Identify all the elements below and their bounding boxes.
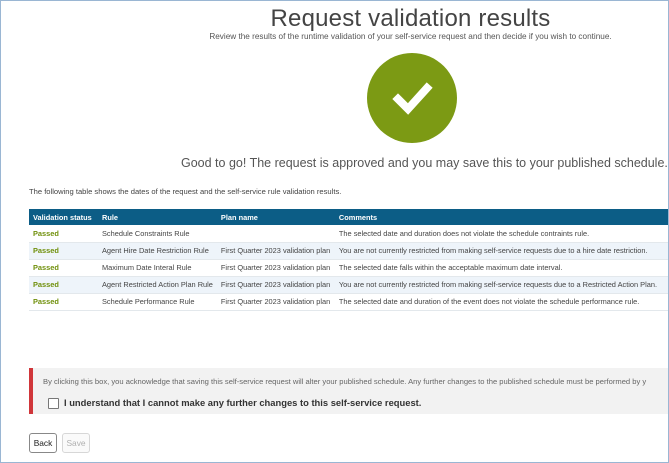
back-button[interactable]: Back — [29, 433, 57, 453]
checkmark-icon — [392, 82, 433, 115]
table-intro: The following table shows the dates of t… — [29, 187, 342, 196]
plan-name-cell: First Quarter 2023 validation plan — [216, 259, 335, 277]
validation-status-cell: Passed — [29, 293, 98, 311]
approved-status-circle — [367, 53, 457, 143]
table-row: Passed Maximum Date Interal Rule First Q… — [29, 259, 668, 277]
acknowledgement-panel: By clicking this box, you acknowledge th… — [29, 368, 668, 414]
comment-cell: The selected date and duration of the ev… — [334, 293, 668, 311]
validation-status-cell: Passed — [29, 276, 98, 294]
validation-results-table: Validation status Rule Plan name Comment… — [29, 209, 668, 311]
table-header-row: Validation status Rule Plan name Comment… — [29, 209, 668, 225]
comment-cell: The selected date falls within the accep… — [334, 259, 668, 277]
plan-name-cell: First Quarter 2023 validation plan — [216, 276, 335, 294]
rule-cell: Schedule Constraints Rule — [98, 225, 217, 243]
table-row: Passed Agent Hire Date Restriction Rule … — [29, 242, 668, 260]
rule-cell: Agent Hire Date Restriction Rule — [98, 242, 217, 260]
plan-name-cell: First Quarter 2023 validation plan — [216, 293, 335, 311]
comment-cell: The selected date and duration does not … — [334, 225, 668, 243]
plan-name-cell: First Quarter 2023 validation plan — [216, 242, 335, 260]
validation-status-cell: Passed — [29, 225, 98, 243]
acknowledge-checkbox-label[interactable]: I understand that I cannot make any furt… — [64, 397, 421, 408]
validation-status-cell: Passed — [29, 242, 98, 260]
rule-cell: Agent Restricted Action Plan Rule — [98, 276, 217, 294]
page-title: Request validation results — [270, 5, 551, 32]
validation-results-page: Request validation results Review the re… — [0, 0, 669, 463]
comment-cell: You are not currently restricted from ma… — [334, 242, 668, 260]
column-header-plan-name: Plan name — [216, 209, 335, 225]
save-button[interactable]: Save — [62, 433, 90, 453]
table-row: Passed Agent Restricted Action Plan Rule… — [29, 276, 668, 294]
table-row: Passed Schedule Performance Rule First Q… — [29, 293, 668, 311]
page-subtitle: Review the results of the runtime valida… — [209, 32, 612, 41]
column-header-comments: Comments — [334, 209, 668, 225]
plan-name-cell — [216, 225, 335, 243]
rule-cell: Schedule Performance Rule — [98, 293, 217, 311]
acknowledgement-notice: By clicking this box, you acknowledge th… — [43, 377, 647, 386]
comment-cell: You are not currently restricted from ma… — [334, 276, 668, 294]
approval-message: Good to go! The request is approved and … — [181, 156, 669, 170]
validation-status-cell: Passed — [29, 259, 98, 277]
column-header-validation-status: Validation status — [29, 209, 98, 225]
rule-cell: Maximum Date Interal Rule — [98, 259, 217, 277]
column-header-rule: Rule — [98, 209, 217, 225]
table-row: Passed Schedule Constraints Rule The sel… — [29, 225, 668, 243]
acknowledge-checkbox[interactable] — [48, 398, 59, 409]
